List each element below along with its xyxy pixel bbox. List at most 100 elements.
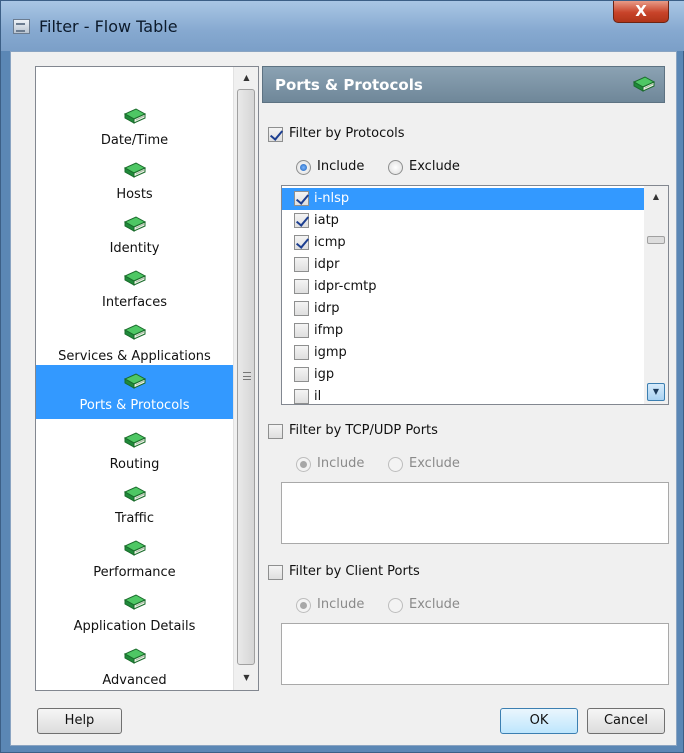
protocol-list: i-nlsp iatp icmp idpr idpr-cmtp idrp ifm… — [281, 185, 669, 405]
protocol-item[interactable]: idrp — [282, 298, 644, 320]
protocol-checkbox[interactable] — [294, 323, 309, 338]
protocol-checkbox[interactable] — [294, 367, 309, 382]
book-icon — [123, 108, 147, 125]
protocol-checkbox[interactable] — [294, 389, 309, 404]
protocol-checkbox[interactable] — [294, 345, 309, 360]
nav-item-hosts[interactable]: Hosts — [36, 154, 233, 208]
nav-item-label: Hosts — [116, 187, 153, 202]
filter-dialog: Filter - Flow Table X Date/Time Hosts Id… — [0, 0, 684, 753]
nav-item-label: Traffic — [114, 511, 155, 526]
protocol-item[interactable]: icmp — [282, 232, 644, 254]
window-title: Filter - Flow Table — [39, 17, 178, 36]
book-icon — [123, 648, 147, 665]
close-button[interactable]: X — [613, 1, 669, 23]
nav-scrollbar[interactable]: ▲ ▼ — [233, 67, 258, 690]
grip-icon — [243, 372, 251, 380]
title-bar[interactable]: Filter - Flow Table X — [1, 1, 684, 51]
protocol-item[interactable]: i-nlsp — [282, 188, 644, 210]
nav-item-label: Routing — [109, 457, 160, 472]
section-title: Ports & Protocols — [275, 76, 423, 94]
nav-item-label: Ports & Protocols — [79, 398, 190, 413]
protocol-name: idpr-cmtp — [314, 279, 377, 294]
protocol-item[interactable]: il — [282, 386, 644, 404]
book-icon — [123, 432, 147, 449]
protocol-list-scrollbar[interactable]: ▲ ▼ — [644, 186, 668, 404]
dialog-body: Date/Time Hosts Identity Interfaces Serv… — [10, 51, 677, 746]
client-ports-include-radio[interactable] — [296, 598, 311, 613]
nav-item-interfaces[interactable]: Interfaces — [36, 262, 233, 316]
cancel-button[interactable]: Cancel — [587, 708, 665, 734]
scroll-down-arrow[interactable]: ▼ — [647, 383, 665, 401]
protocols-exclude-radio[interactable] — [388, 160, 403, 175]
exclude-label: Exclude — [409, 597, 460, 612]
include-label: Include — [317, 159, 365, 174]
filter-client-ports-checkbox[interactable] — [268, 565, 283, 580]
book-icon — [123, 162, 147, 179]
nav-item-application-details[interactable]: Application Details — [36, 586, 233, 640]
protocol-checkbox[interactable] — [294, 257, 309, 272]
protocol-item[interactable]: ifmp — [282, 320, 644, 342]
protocol-item[interactable]: igp — [282, 364, 644, 386]
protocol-name: icmp — [314, 235, 346, 250]
protocol-checkbox[interactable] — [294, 301, 309, 316]
tcp-udp-include-radio[interactable] — [296, 457, 311, 472]
book-icon — [632, 76, 656, 93]
nav-item-ports-protocols[interactable]: Ports & Protocols — [36, 365, 233, 419]
filter-tcp-udp-checkbox[interactable] — [268, 424, 283, 439]
protocol-item[interactable]: idpr-cmtp — [282, 276, 644, 298]
book-icon — [123, 540, 147, 557]
include-label: Include — [317, 456, 365, 471]
help-button[interactable]: Help — [37, 708, 122, 734]
protocol-items: i-nlsp iatp icmp idpr idpr-cmtp idrp ifm… — [282, 186, 644, 404]
nav-item-identity[interactable]: Identity — [36, 208, 233, 262]
nav-item-label: Date/Time — [100, 133, 169, 148]
filter-tcp-udp-label: Filter by TCP/UDP Ports — [289, 423, 438, 438]
protocol-checkbox[interactable] — [294, 235, 309, 250]
tcp-udp-ports-field[interactable] — [281, 482, 669, 544]
scroll-up-arrow[interactable]: ▲ — [644, 188, 668, 206]
exclude-label: Exclude — [409, 159, 460, 174]
window-icon — [13, 19, 30, 34]
nav-item-label: Performance — [93, 565, 176, 580]
scroll-up-arrow[interactable]: ▲ — [234, 69, 259, 87]
protocol-item[interactable]: iatp — [282, 210, 644, 232]
filter-protocols-checkbox[interactable] — [268, 127, 283, 142]
nav-item-performance[interactable]: Performance — [36, 532, 233, 586]
client-ports-field[interactable] — [281, 623, 669, 685]
nav-item-routing[interactable]: Routing — [36, 424, 233, 478]
include-label: Include — [317, 597, 365, 612]
protocol-item[interactable]: idpr — [282, 254, 644, 276]
client-ports-exclude-radio[interactable] — [388, 598, 403, 613]
protocols-include-radio[interactable] — [296, 160, 311, 175]
protocol-name: il — [314, 389, 322, 404]
filter-protocols-label: Filter by Protocols — [289, 126, 405, 141]
protocol-name: igmp — [314, 345, 347, 360]
scroll-down-arrow[interactable]: ▼ — [234, 669, 259, 687]
nav-item-label: Advanced — [102, 673, 167, 688]
nav-item-label: Application Details — [73, 619, 196, 634]
protocol-checkbox[interactable] — [294, 279, 309, 294]
nav-item-label: Services & Applications — [58, 349, 211, 364]
nav-item-label: Identity — [109, 241, 160, 256]
protocol-checkbox[interactable] — [294, 213, 309, 228]
scroll-thumb[interactable] — [237, 89, 255, 665]
nav-item-traffic[interactable]: Traffic — [36, 478, 233, 532]
book-icon — [123, 594, 147, 611]
protocol-item[interactable]: igmp — [282, 342, 644, 364]
category-list: Date/Time Hosts Identity Interfaces Serv… — [36, 67, 233, 690]
book-icon — [123, 270, 147, 287]
book-icon — [123, 373, 147, 390]
protocol-name: idpr — [314, 257, 340, 272]
scroll-thumb[interactable] — [647, 236, 665, 244]
book-icon — [123, 324, 147, 341]
book-icon — [123, 486, 147, 503]
nav-item-services-applications[interactable]: Services & Applications — [36, 316, 233, 370]
tcp-udp-exclude-radio[interactable] — [388, 457, 403, 472]
ok-button[interactable]: OK — [500, 708, 578, 734]
section-header: Ports & Protocols — [262, 66, 665, 103]
nav-item-advanced[interactable]: Advanced — [36, 640, 233, 690]
protocol-checkbox[interactable] — [294, 191, 309, 206]
nav-item-date-time[interactable]: Date/Time — [36, 100, 233, 154]
protocol-name: iatp — [314, 213, 339, 228]
filter-client-ports-label: Filter by Client Ports — [289, 564, 420, 579]
